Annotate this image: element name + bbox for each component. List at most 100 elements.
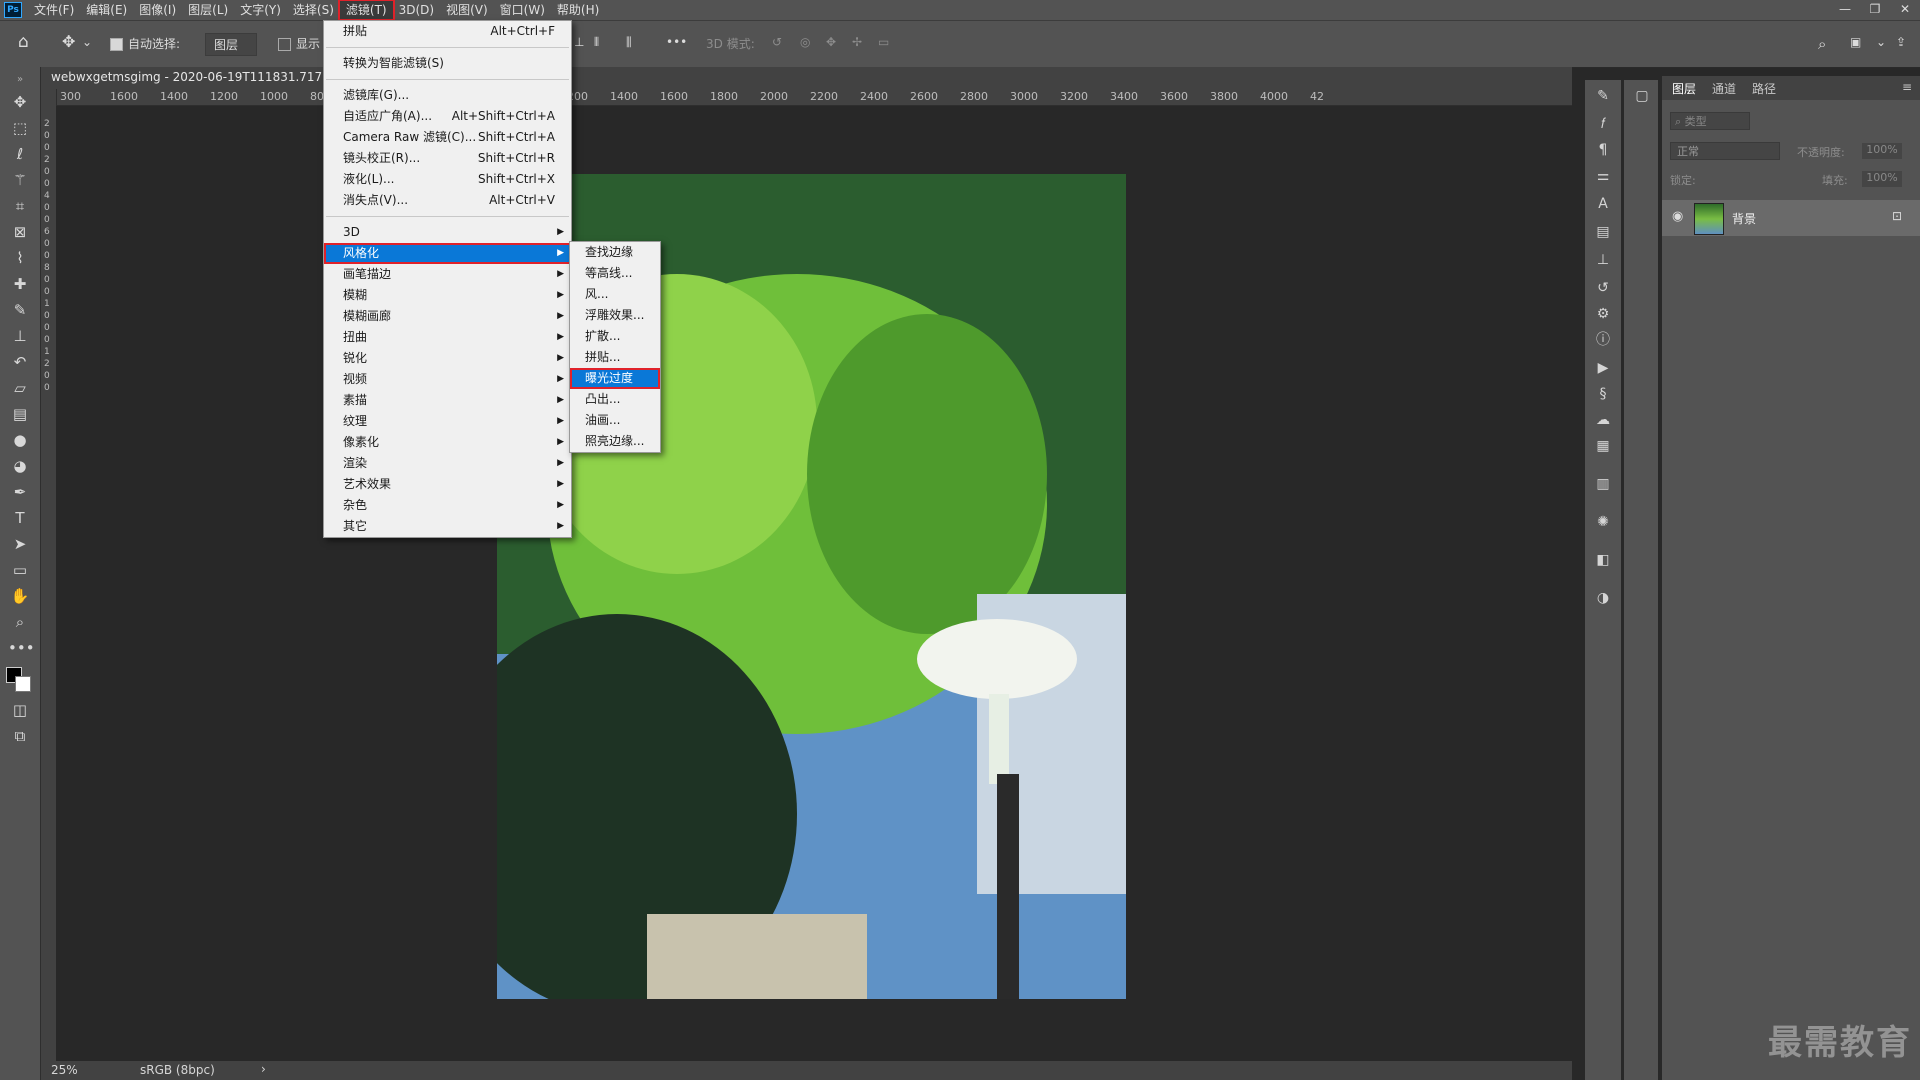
stylize-item[interactable]: 照亮边缘... bbox=[570, 431, 660, 452]
stamp-tool-icon[interactable]: ⊥ bbox=[8, 325, 32, 347]
styles-icon[interactable]: ◑ bbox=[1593, 588, 1613, 608]
document-tab[interactable]: webwxgetmsgimg - 2020-06-19T111831.717.j… bbox=[41, 67, 1572, 89]
stylize-item[interactable]: 浮雕效果... bbox=[570, 305, 660, 326]
auto-select-target-dropdown[interactable]: 图层 bbox=[205, 33, 258, 56]
filter-menu-item[interactable]: 素描 ▶ bbox=[324, 390, 571, 411]
filter-menu-item[interactable]: 自适应广角(A)... Alt+Shift+Ctrl+A bbox=[324, 106, 571, 127]
menu-7[interactable]: 3D(D) bbox=[393, 1, 440, 19]
filter-menu-item[interactable]: Camera Raw 滤镜(C)... Shift+Ctrl+A bbox=[324, 127, 571, 148]
panel-collapse-icon[interactable]: » bbox=[8, 69, 32, 91]
stylize-item[interactable]: 油画... bbox=[570, 410, 660, 431]
more-options-icon[interactable]: ••• bbox=[666, 35, 687, 49]
menu-10[interactable]: 帮助(H) bbox=[551, 1, 605, 19]
stylize-item[interactable]: 风... bbox=[570, 284, 660, 305]
clone-source-icon[interactable]: ⊥ bbox=[1593, 250, 1613, 270]
stylize-item[interactable]: 曝光过度 bbox=[570, 368, 660, 389]
filter-menu-item[interactable]: 拼贴 Alt+Ctrl+F bbox=[324, 21, 571, 42]
close-button[interactable]: ✕ bbox=[1890, 0, 1920, 20]
auto-select-checkbox[interactable]: 自动选择: bbox=[110, 35, 180, 52]
menu-3[interactable]: 图层(L) bbox=[182, 1, 234, 19]
menu-5[interactable]: 选择(S) bbox=[287, 1, 340, 19]
gradient-tool-icon[interactable]: ▤ bbox=[8, 403, 32, 425]
menu-0[interactable]: 文件(F) bbox=[28, 1, 80, 19]
tab-channels[interactable]: 通道 bbox=[1712, 80, 1736, 97]
stylize-item[interactable]: 等高线... bbox=[570, 263, 660, 284]
properties-icon[interactable]: ⚙ bbox=[1593, 304, 1613, 324]
stylize-item[interactable]: 拼贴... bbox=[570, 347, 660, 368]
move-tool-icon[interactable]: ✥ bbox=[62, 32, 75, 51]
stylize-item[interactable]: 凸出... bbox=[570, 389, 660, 410]
show-transform-checkbox[interactable]: 显示 bbox=[278, 35, 320, 52]
paragraph-icon[interactable]: ¶ bbox=[1593, 140, 1613, 160]
filter-menu-item[interactable]: 模糊 ▶ bbox=[324, 285, 571, 306]
distribute-h-icon[interactable]: ⫼ bbox=[626, 35, 632, 50]
filter-menu-item[interactable]: 滤镜库(G)... bbox=[324, 85, 571, 106]
filter-menu-item[interactable]: 纹理 ▶ bbox=[324, 411, 571, 432]
brush-settings-icon[interactable]: ✎ bbox=[1593, 86, 1613, 106]
restore-button[interactable]: ❐ bbox=[1860, 0, 1890, 20]
filter-menu-item[interactable]: 像素化 ▶ bbox=[324, 432, 571, 453]
workspace-icon[interactable]: ▣ bbox=[1850, 35, 1861, 49]
menu-9[interactable]: 窗口(W) bbox=[494, 1, 551, 19]
filter-menu-item[interactable]: 其它 ▶ bbox=[324, 516, 571, 537]
filter-menu-item[interactable]: 锐化 ▶ bbox=[324, 348, 571, 369]
layer-row-background[interactable]: ◉ 背景 ⊡ bbox=[1662, 200, 1920, 236]
swatches-icon[interactable]: ▦ bbox=[1593, 436, 1613, 456]
marquee-tool-icon[interactable]: ⬚ bbox=[8, 117, 32, 139]
lasso-tool-icon[interactable]: ℓ bbox=[8, 143, 32, 165]
visibility-eye-icon[interactable]: ◉ bbox=[1672, 209, 1683, 224]
menu-1[interactable]: 编辑(E) bbox=[80, 1, 133, 19]
actions-play-icon[interactable]: ▶ bbox=[1593, 358, 1613, 378]
panel-menu-icon[interactable]: ≡ bbox=[1902, 80, 1912, 94]
character-icon[interactable]: A bbox=[1593, 194, 1613, 214]
filter-menu-item[interactable]: 画笔描边 ▶ bbox=[324, 264, 571, 285]
tab-paths[interactable]: 路径 bbox=[1752, 80, 1776, 97]
zoom-level[interactable]: 25% bbox=[51, 1063, 78, 1077]
notes-icon[interactable]: ▥ bbox=[1593, 474, 1613, 494]
type-tool-icon[interactable]: T bbox=[8, 507, 32, 529]
eraser-tool-icon[interactable]: ▱ bbox=[8, 377, 32, 399]
adjustments-icon[interactable]: ⚌ bbox=[1593, 166, 1613, 186]
filter-menu-item[interactable]: 模糊画廊 ▶ bbox=[324, 306, 571, 327]
zoom-tool-icon[interactable]: ⌕ bbox=[8, 611, 32, 633]
share-icon[interactable]: ⇪ bbox=[1896, 35, 1906, 49]
filter-menu-item[interactable]: 液化(L)... Shift+Ctrl+X bbox=[324, 169, 571, 190]
frame-tool-icon[interactable]: ⊠ bbox=[8, 221, 32, 243]
filter-menu-item[interactable]: 扭曲 ▶ bbox=[324, 327, 571, 348]
stylize-item[interactable]: 查找边缘 bbox=[570, 242, 660, 263]
distribute-icon[interactable]: ⫴ bbox=[594, 35, 599, 50]
fx-icon[interactable]: 𝑓 bbox=[1593, 114, 1613, 134]
stylize-item[interactable]: 扩散... bbox=[570, 326, 660, 347]
horizontal-ruler[interactable]: 3001600140012001000800400600800100012001… bbox=[56, 89, 1572, 106]
filter-menu-item[interactable]: 3D ▶ bbox=[324, 222, 571, 243]
color-wheel-icon[interactable]: ✺ bbox=[1593, 512, 1613, 532]
libraries-icon[interactable]: ◧ bbox=[1593, 550, 1613, 570]
rectangle-tool-icon[interactable]: ▭ bbox=[8, 559, 32, 581]
fill-input[interactable]: 100% bbox=[1862, 171, 1902, 187]
path-selection-tool-icon[interactable]: ➤ bbox=[8, 533, 32, 555]
background-color-swatch[interactable] bbox=[15, 676, 31, 692]
menu-6[interactable]: 滤镜(T) bbox=[337, 0, 395, 21]
menu-8[interactable]: 视图(V) bbox=[440, 1, 494, 19]
history-icon[interactable]: ↺ bbox=[1593, 278, 1613, 298]
filter-menu-item[interactable]: 杂色 ▶ bbox=[324, 495, 571, 516]
blur-tool-icon[interactable]: ● bbox=[8, 429, 32, 451]
filter-menu-item[interactable]: 渲染 ▶ bbox=[324, 453, 571, 474]
healing-brush-tool-icon[interactable]: ✚ bbox=[8, 273, 32, 295]
filter-menu-item[interactable]: 视频 ▶ bbox=[324, 369, 571, 390]
status-chevron-icon[interactable]: › bbox=[261, 1062, 266, 1076]
search-icon[interactable]: ⌕ bbox=[1818, 35, 1826, 53]
filter-menu-item[interactable]: 风格化 ▶ bbox=[324, 243, 571, 264]
3d-icon[interactable]: ☁ bbox=[1593, 410, 1613, 430]
crop-tool-icon[interactable]: ⌗ bbox=[8, 195, 32, 217]
align-bottom-icon[interactable]: ⊥ bbox=[574, 35, 584, 49]
lock-icon[interactable]: ⊡ bbox=[1892, 209, 1902, 223]
screen-mode-icon[interactable]: ⧉ bbox=[8, 725, 32, 747]
tab-layers[interactable]: 图层 bbox=[1672, 80, 1696, 97]
home-icon[interactable]: ⌂ bbox=[18, 32, 29, 52]
filter-menu-item[interactable]: 艺术效果 ▶ bbox=[324, 474, 571, 495]
history-brush-tool-icon[interactable]: ↶ bbox=[8, 351, 32, 373]
glyphs-icon[interactable]: ▤ bbox=[1593, 222, 1613, 242]
magic-wand-tool-icon[interactable]: ⚚ bbox=[8, 169, 32, 191]
filter-menu-item[interactable]: 转换为智能滤镜(S) bbox=[324, 53, 571, 74]
